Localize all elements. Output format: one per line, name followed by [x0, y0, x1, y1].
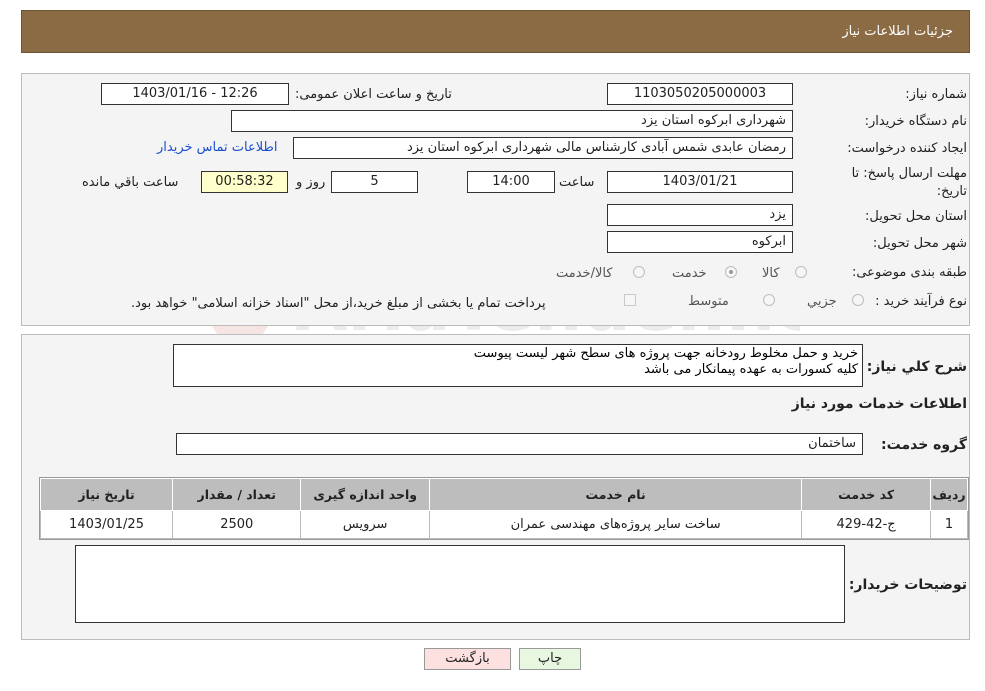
process-radio-minor[interactable] — [852, 294, 864, 306]
remaining-label: ساعت باقي مانده — [82, 175, 179, 190]
category-radio-goods[interactable] — [795, 266, 807, 278]
description-label: شرح كلي نياز: — [866, 359, 967, 375]
table-row: 1 ج-42-429 ساخت سایر پروژه‌های مهندسی عم… — [39, 510, 968, 539]
service-group-label: گروه خدمت: — [881, 437, 967, 453]
province-field[interactable]: یزد — [607, 204, 793, 226]
process-medium-label: متوسط — [688, 294, 729, 309]
services-section-title: اطلاعات خدمات مورد نياز — [791, 396, 967, 412]
category-service-label: خدمت — [672, 266, 707, 281]
city-label: شهر محل تحویل: — [872, 236, 967, 251]
category-goods-service-label: کالا/خدمت — [556, 266, 613, 281]
deadline-date-field[interactable]: 1403/01/21 — [607, 171, 793, 193]
service-group-field[interactable]: ساختمان — [176, 433, 863, 455]
cell-unit: سرويس — [300, 510, 430, 539]
back-button[interactable]: بازگشت — [424, 648, 511, 670]
buyer-contact-link[interactable]: اطلاعات تماس خریدار — [157, 140, 277, 155]
process-radio-medium[interactable] — [763, 294, 775, 306]
print-button[interactable]: چاپ — [519, 648, 581, 670]
need-number-field[interactable]: 1103050205000003 — [607, 83, 793, 105]
announce-field[interactable]: 1403/01/16 - 12:26 — [101, 83, 289, 105]
category-radio-service[interactable] — [725, 266, 737, 278]
page-header: جزئیات اطلاعات نیاز — [21, 10, 970, 53]
process-label: نوع فرآیند خرید : — [875, 294, 967, 309]
buyer-notes-textarea[interactable] — [75, 545, 845, 623]
deadline-time-field[interactable]: 14:00 — [467, 171, 555, 193]
deadline-label: مهلت ارسال پاسخ: تا تاریخ: — [851, 166, 967, 199]
col-header-need-date: تاريخ نياز — [39, 478, 174, 511]
col-header-row-number: رديف — [930, 478, 968, 511]
cell-quantity: 2500 — [172, 510, 302, 539]
time-label: ساعت — [559, 175, 595, 190]
col-header-service-name: نام خدمت — [428, 478, 803, 511]
category-label: طبقه بندی موضوعی: — [851, 265, 967, 280]
table-header-row: رديف كد خدمت نام خدمت واحد اندازه گيری ت… — [39, 478, 968, 511]
remaining-time-field: 00:58:32 — [201, 171, 288, 193]
buyer-org-label: نام دستگاه خریدار: — [864, 114, 967, 129]
col-header-service-code: كد خدمت — [801, 478, 932, 511]
cell-service-code: ج-42-429 — [801, 510, 932, 539]
treasury-payment-note: پرداخت تمام یا بخشی از مبلغ خرید،از محل … — [131, 296, 546, 311]
province-label: استان محل تحویل: — [865, 209, 967, 224]
treasury-payment-checkbox[interactable] — [624, 294, 636, 306]
description-textarea[interactable]: خرید و حمل مخلوط رودخانه جهت پروژه های س… — [173, 344, 863, 387]
cell-service-name: ساخت سایر پروژه‌های مهندسی عمران — [428, 510, 803, 539]
creator-label: ایجاد کننده درخواست: — [847, 141, 967, 156]
days-field[interactable]: 5 — [331, 171, 418, 193]
category-radio-goods-service[interactable] — [633, 266, 645, 278]
creator-field[interactable]: رمضان عابدی شمس آبادی کارشناس مالی شهردا… — [293, 137, 793, 159]
buyer-org-field[interactable]: شهرداری ابرکوه استان یزد — [231, 110, 793, 132]
city-field[interactable]: ابرکوه — [607, 231, 793, 253]
need-number-label: شماره نیاز: — [905, 87, 967, 102]
services-table: رديف كد خدمت نام خدمت واحد اندازه گيری ت… — [39, 477, 969, 540]
process-minor-label: جزیي — [807, 294, 837, 309]
announce-label: تاریخ و ساعت اعلان عمومی: — [295, 87, 452, 102]
col-header-quantity: تعداد / مقدار — [172, 478, 302, 511]
page-title: جزئیات اطلاعات نیاز — [842, 24, 953, 39]
col-header-unit: واحد اندازه گيری — [300, 478, 430, 511]
days-label: روز و — [296, 175, 326, 190]
cell-row-number: 1 — [930, 510, 968, 539]
buyer-notes-label: توضيحات خريدار: — [848, 577, 967, 593]
cell-need-date: 1403/01/25 — [39, 510, 174, 539]
category-goods-label: کالا — [762, 266, 780, 281]
